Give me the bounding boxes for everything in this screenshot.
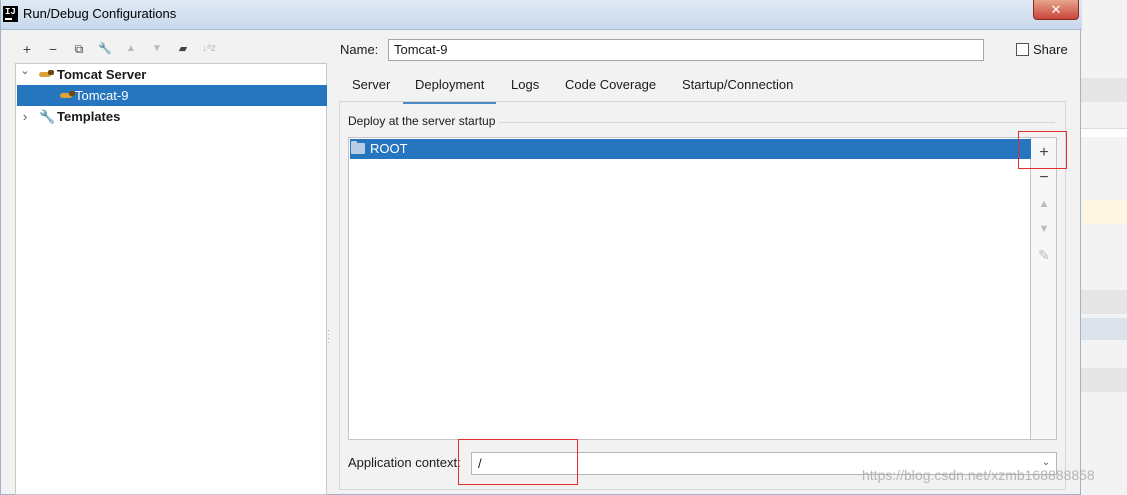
background-window (1080, 0, 1127, 495)
artifact-label: ROOT (370, 141, 408, 156)
name-label: Name: (340, 42, 379, 57)
share-checkbox[interactable] (1016, 43, 1029, 56)
tomcat-icon (60, 91, 76, 100)
tree-item-label: Tomcat Server (57, 67, 147, 82)
highlight-box-context (458, 439, 578, 485)
tab-deployment[interactable]: Deployment (403, 72, 497, 104)
copy-icon[interactable]: ⧉ (68, 38, 90, 60)
intellij-icon: IJ (3, 6, 18, 22)
sort-icon[interactable]: ↓ᵃz (198, 38, 220, 60)
title-bar[interactable]: IJ Run/Debug Configurations ✕ (1, 0, 1082, 30)
tab-server[interactable]: Server (340, 72, 402, 101)
remove-artifact-button[interactable]: − (1031, 166, 1057, 190)
tree-item-templates[interactable]: › 🔧 Templates (17, 106, 327, 127)
tree-item-label: Templates (57, 109, 121, 124)
move-up-icon[interactable]: ▲ (120, 38, 142, 60)
artifact-toolbar: + − ▲ ▼ ✎ (1031, 137, 1057, 440)
tomcat-icon (39, 70, 55, 79)
name-field[interactable]: Tomcat-9 (388, 39, 984, 61)
heading-separator (499, 122, 1055, 123)
tab-code-coverage[interactable]: Code Coverage (553, 72, 668, 101)
configuration-tree: ⌄ Tomcat Server Tomcat-9 › 🔧 Templates (15, 63, 327, 495)
chevron-right-icon[interactable]: › (19, 106, 31, 127)
add-icon[interactable]: + (16, 38, 38, 60)
folder-icon[interactable]: ▰ (172, 38, 194, 60)
deploy-heading: Deploy at the server startup (348, 114, 496, 128)
move-down-icon[interactable]: ▼ (146, 38, 168, 60)
watermark: https://blog.csdn.net/xzmb168888858 (862, 467, 1095, 483)
artifact-list[interactable]: ROOT (348, 137, 1031, 440)
run-debug-dialog: IJ Run/Debug Configurations ✕ + − ⧉ 🔧 ▲ … (0, 0, 1082, 495)
tab-startup-connection[interactable]: Startup/Connection (670, 72, 805, 101)
tab-logs[interactable]: Logs (499, 72, 551, 101)
wrench-icon: 🔧 (39, 109, 56, 124)
close-button[interactable]: ✕ (1033, 0, 1079, 20)
highlight-box-add (1018, 131, 1067, 169)
chevron-down-icon[interactable]: ⌄ (19, 61, 31, 82)
share-label[interactable]: Share (1033, 42, 1068, 57)
tab-bar: Server Deployment Logs Code Coverage Sta… (340, 72, 1066, 104)
app-context-label: Application context: (348, 455, 461, 470)
move-up-button[interactable]: ▲ (1031, 192, 1057, 216)
window-title: Run/Debug Configurations (23, 6, 177, 21)
edit-artifact-button[interactable]: ✎ (1031, 243, 1057, 267)
tree-item-label: Tomcat-9 (75, 88, 129, 103)
tree-item-tomcat-server[interactable]: ⌄ Tomcat Server (17, 64, 327, 85)
tree-item-tomcat-9[interactable]: Tomcat-9 (17, 85, 327, 106)
splitter-handle[interactable]: · · · · (327, 326, 331, 347)
remove-icon[interactable]: − (42, 38, 64, 60)
config-toolbar: + − ⧉ 🔧 ▲ ▼ ▰ ↓ᵃz (15, 38, 326, 62)
list-item[interactable]: ROOT (350, 139, 1031, 159)
move-down-button[interactable]: ▼ (1031, 217, 1057, 241)
wrench-icon[interactable]: 🔧 (94, 38, 116, 60)
folder-icon (351, 141, 365, 154)
